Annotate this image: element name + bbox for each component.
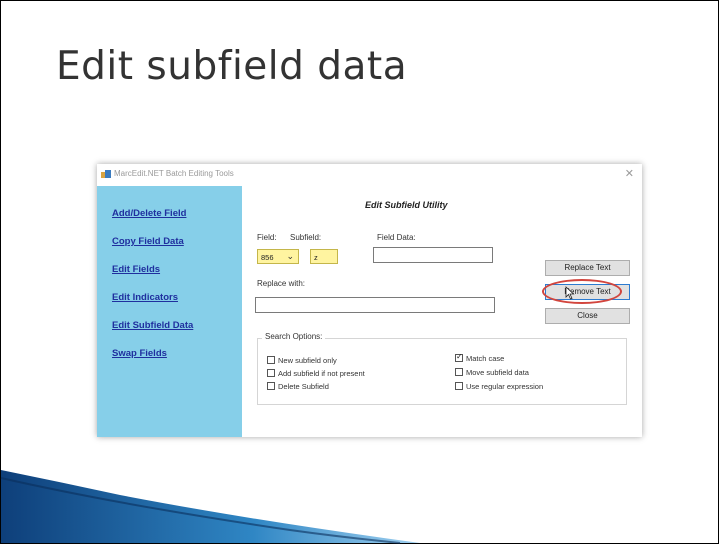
checkbox[interactable] [455,382,463,390]
sidebar-item-copy-field-data[interactable]: Copy Field Data [112,236,184,247]
field-label: Field: [257,233,277,242]
option-label: Delete Subfield [278,382,329,391]
option-label: Use regular expression [466,382,544,391]
field-select[interactable]: 856 ⌄ [257,249,299,264]
option-label: Move subfield data [466,368,529,377]
option-use-regular-expression[interactable]: Use regular expression [455,382,543,391]
utility-title: Edit Subfield Utility [365,200,448,210]
checkbox[interactable] [267,382,275,390]
close-button[interactable]: Close [545,308,630,324]
option-label: New subfield only [278,356,337,365]
field-select-value: 856 [261,253,274,262]
window-title: MarcEdit.NET Batch Editing Tools [114,169,234,178]
sidebar-item-swap-fields[interactable]: Swap Fields [112,348,167,359]
field-data-input[interactable] [373,247,493,263]
option-add-subfield-if-not-present[interactable]: Add subfield if not present [267,369,365,378]
replace-with-input[interactable] [255,297,495,313]
option-match-case[interactable]: Match case [455,352,505,363]
option-label: Match case [466,354,505,363]
field-data-label: Field Data: [377,233,416,242]
mouse-cursor-icon [565,286,575,300]
replace-with-label: Replace with: [257,279,306,288]
option-delete-subfield[interactable]: Delete Subfield [267,382,329,391]
close-icon[interactable]: ✕ [625,167,634,180]
option-move-subfield-data[interactable]: Move subfield data [455,368,529,377]
sidebar-item-edit-subfield-data[interactable]: Edit Subfield Data [112,320,193,331]
chevron-down-icon: ⌄ [286,251,294,261]
search-options-legend: Search Options: [262,332,326,341]
checkbox-checked[interactable] [455,352,463,362]
sidebar-item-add-delete-field[interactable]: Add/Delete Field [112,208,186,219]
replace-text-button[interactable]: Replace Text [545,260,630,276]
slide-title: Edit subfield data [56,44,408,89]
option-label: Add subfield if not present [278,369,365,378]
sidebar-item-edit-fields[interactable]: Edit Fields [112,264,160,275]
app-icon [101,170,111,178]
window-titlebar[interactable]: MarcEdit.NET Batch Editing Tools ✕ [97,164,642,186]
batch-editing-window: MarcEdit.NET Batch Editing Tools ✕ Add/D… [97,164,642,437]
checkbox[interactable] [267,356,275,364]
checkbox[interactable] [455,368,463,376]
edit-subfield-panel: Edit Subfield Utility Field: Subfield: F… [242,186,642,437]
sidebar-item-edit-indicators[interactable]: Edit Indicators [112,292,178,303]
annotation-ellipse [542,279,622,304]
subfield-label: Subfield: [290,233,322,242]
checkbox[interactable] [267,369,275,377]
sidebar: Add/Delete Field Copy Field Data Edit Fi… [97,186,242,437]
option-new-subfield-only[interactable]: New subfield only [267,356,337,365]
subfield-input[interactable]: z [310,249,338,264]
